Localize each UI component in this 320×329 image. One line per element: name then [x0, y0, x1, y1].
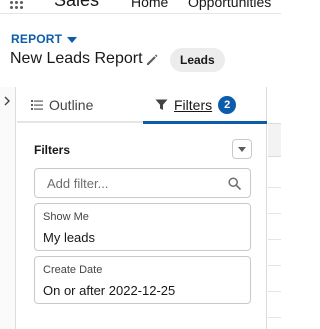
app-launcher-icon[interactable]: [10, 0, 24, 10]
filter-label: Show Me: [43, 211, 89, 223]
chevron-down-icon: [238, 147, 246, 152]
tab-filters-label: Filters: [174, 97, 213, 113]
active-tab-indicator: [143, 121, 267, 124]
tab-filters[interactable]: Filters 2: [155, 87, 237, 123]
filter-value: On or after 2022-12-25: [43, 283, 176, 298]
report-type-pill: Leads: [170, 48, 225, 72]
chevron-right-icon[interactable]: [2, 95, 12, 107]
filter-value: My leads: [43, 230, 96, 245]
pencil-icon[interactable]: [145, 53, 159, 67]
report-type-label: REPORT: [11, 32, 63, 46]
search-icon: [228, 177, 241, 190]
tab-outline[interactable]: Outline: [31, 87, 93, 123]
panel-tabs: Outline Filters 2: [17, 87, 267, 124]
list-icon: [31, 100, 43, 110]
filters-menu-button[interactable]: [232, 139, 252, 159]
report-type-menu[interactable]: REPORT: [11, 32, 78, 46]
filter-label: Create Date: [43, 264, 103, 276]
table-row-divider: [268, 187, 281, 188]
collapsed-sidebar: [0, 87, 16, 329]
table-row-divider: [268, 265, 281, 266]
add-filter-input[interactable]: [35, 169, 250, 197]
table-header: [268, 123, 281, 157]
table-row-divider: [268, 317, 281, 318]
table-row-divider: [268, 291, 281, 292]
nav-item-home[interactable]: Home: [131, 0, 168, 10]
tab-outline-label: Outline: [49, 97, 94, 113]
filter-count-badge: 2: [218, 96, 237, 114]
top-navigation: Sales Home Opportunities: [0, 0, 281, 14]
filter-card-create-date[interactable]: Create Date On or after 2022-12-25: [34, 256, 251, 304]
report-preview-edge: [268, 87, 281, 329]
filters-panel: Outline Filters 2 Filters Show Me My lea…: [17, 87, 267, 329]
add-filter-search: [34, 168, 251, 198]
report-title: New Leads Report: [10, 50, 143, 67]
table-row-divider: [268, 239, 281, 240]
filter-card-show-me[interactable]: Show Me My leads: [34, 203, 251, 251]
chevron-down-icon: [67, 36, 78, 43]
filter-icon: [155, 99, 168, 110]
nav-item-opportunities[interactable]: Opportunities: [188, 0, 271, 10]
table-row-divider: [268, 213, 281, 214]
filters-heading: Filters: [34, 143, 71, 157]
app-name: Sales: [54, 0, 100, 10]
